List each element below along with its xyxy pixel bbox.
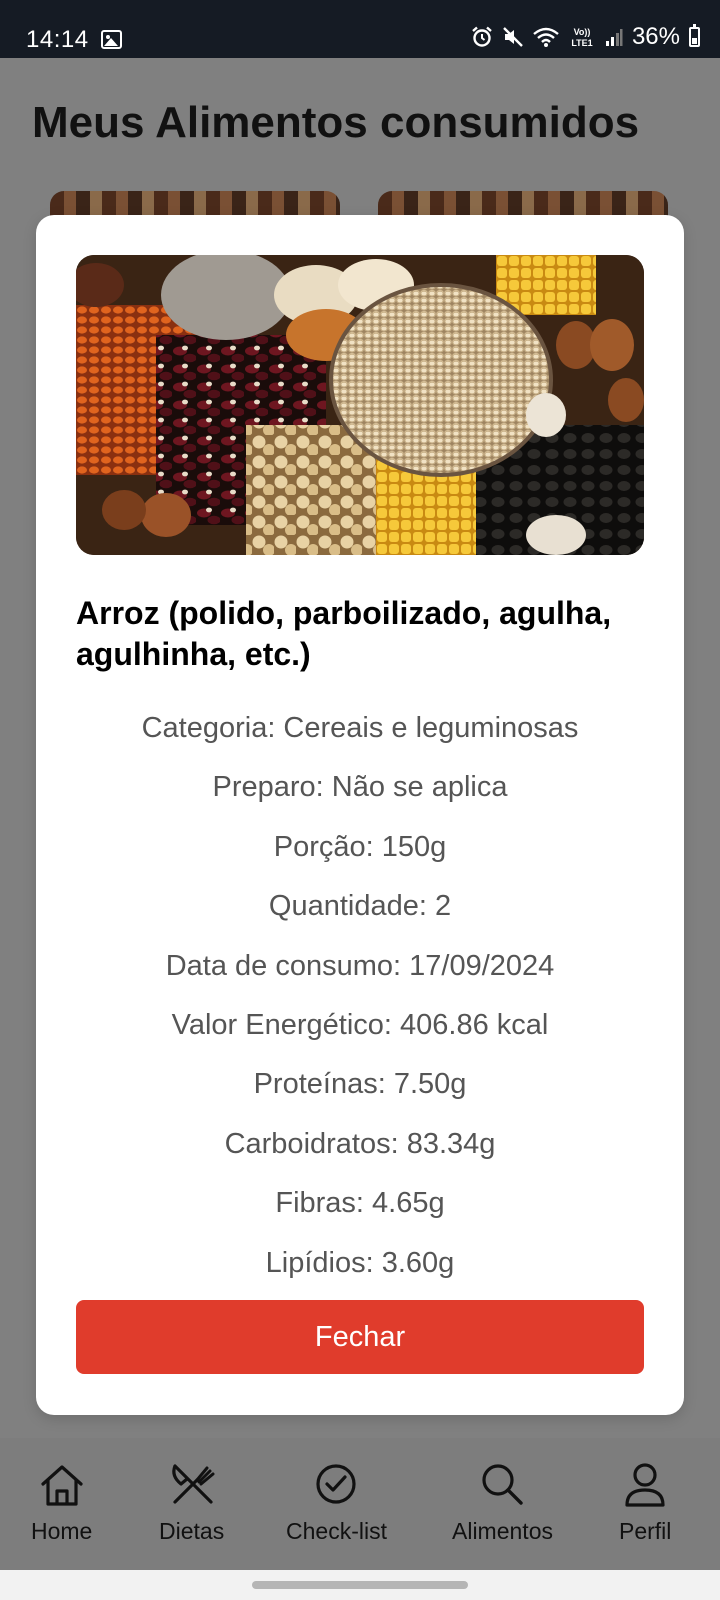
mute-icon [503, 27, 523, 47]
nav-item-home[interactable]: Home [31, 1460, 92, 1545]
battery-percent: 36% [631, 23, 680, 50]
volte-label-top: Vo)) [574, 27, 591, 37]
nav-label-perfil: Perfil [619, 1518, 672, 1544]
status-bar: 14:14 Vo)) LTE1 36% [0, 0, 720, 58]
volte-icon: Vo)) LTE1 [571, 27, 592, 48]
wifi-icon [533, 27, 559, 47]
bottom-navigation: Home Dietas Check-list Alimentos Perfil [0, 1438, 720, 1570]
utensils-icon [171, 1464, 215, 1504]
battery-icon [689, 24, 700, 47]
nav-item-alimentos[interactable]: Alimentos [452, 1460, 553, 1545]
info-fibers: Fibras: 4.65g [275, 1187, 445, 1220]
status-icons: Vo)) LTE1 36% [471, 23, 700, 50]
info-lipids: Lipídios: 3.60g [265, 1246, 455, 1279]
nav-label-home: Home [31, 1518, 93, 1544]
food-detail-modal: Arroz (polido, parboilizado, agulha, agu… [36, 215, 684, 1415]
home-indicator[interactable] [252, 1581, 468, 1589]
gallery-icon [101, 30, 122, 49]
info-quantity: Quantidade: 2 [268, 890, 452, 923]
food-name: Arroz (polido, parboilizado, agulha, agu… [76, 595, 612, 672]
system-navigation-bar [0, 1570, 720, 1600]
nav-item-perfil[interactable]: Perfil [619, 1460, 671, 1545]
search-icon [482, 1464, 524, 1505]
info-proteins: Proteínas: 7.50g [253, 1068, 467, 1101]
check-circle-icon [316, 1464, 357, 1504]
status-time: 14:14 [26, 26, 89, 53]
nutrition-info-list: Categoria: Cereais e leguminosas Preparo… [76, 699, 644, 1293]
info-consumption-date: Data de consumo: 17/09/2024 [165, 949, 555, 982]
nav-label-dietas: Dietas [159, 1518, 225, 1544]
volte-label-bottom: LTE1 [571, 38, 592, 48]
user-icon [625, 1463, 665, 1507]
food-image [76, 255, 644, 555]
close-button[interactable]: Fechar [76, 1300, 644, 1374]
info-portion: Porção: 150g [273, 830, 447, 863]
home-icon [41, 1465, 83, 1506]
food-image-art [76, 255, 644, 555]
alarm-icon [472, 26, 492, 47]
info-preparation: Preparo: Não se aplica [212, 771, 508, 804]
info-category: Categoria: Cereais e leguminosas [141, 712, 579, 744]
info-energy: Valor Energético: 406.86 kcal [171, 1008, 549, 1041]
nav-item-dietas[interactable]: Dietas [159, 1460, 224, 1545]
nav-item-checklist[interactable]: Check-list [286, 1460, 387, 1545]
signal-icon [605, 29, 623, 46]
battery-level [692, 38, 697, 44]
info-carbohydrates: Carboidratos: 83.34g [224, 1127, 496, 1160]
nav-label-checklist: Check-list [286, 1518, 387, 1544]
page-title: Meus Alimentos consumidos [32, 98, 640, 147]
nav-label-alimentos: Alimentos [452, 1518, 553, 1544]
